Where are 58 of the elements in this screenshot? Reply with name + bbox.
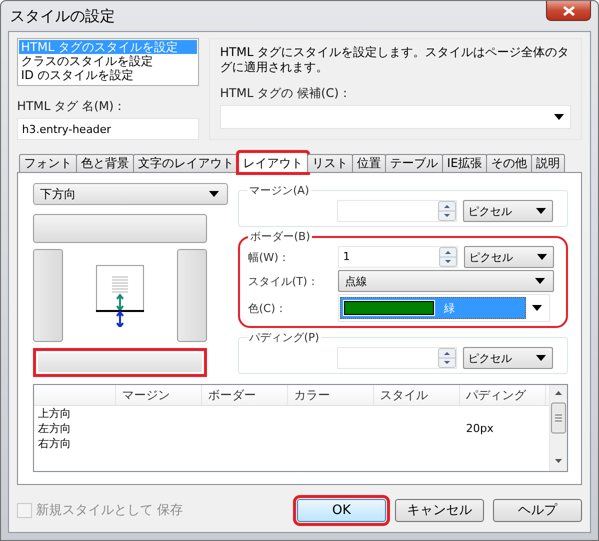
dropdown-arrow-icon[interactable]: [554, 114, 564, 120]
tab[interactable]: 位置: [352, 154, 386, 172]
row-header: 左方向: [37, 421, 72, 436]
list-item[interactable]: ID のスタイルを設定: [19, 68, 197, 82]
field-label: スタイル(T)：: [248, 274, 320, 288]
side-dropdown[interactable]: 下方向: [33, 183, 228, 205]
number-field[interactable]: [337, 347, 457, 369]
spin-arrows-icon[interactable]: [438, 201, 456, 221]
row-header: 右方向: [37, 436, 72, 451]
unit-dropdown[interactable]: ピクセル: [463, 347, 553, 369]
tab[interactable]: フォント: [19, 154, 77, 172]
table-cell-text: 20px: [465, 421, 494, 436]
dropdown-arrow-icon[interactable]: [536, 208, 546, 214]
spin-arrows-icon[interactable]: [439, 247, 457, 267]
column-header[interactable]: ボーダー: [202, 385, 288, 405]
number-field[interactable]: 1: [338, 246, 458, 268]
dropdown-arrow-icon[interactable]: [532, 305, 542, 311]
tab[interactable]: 説明: [531, 154, 566, 172]
group-label: パディング(P): [248, 330, 320, 345]
description-text: HTML タグにスタイルを設定します。スタイルはページ全体のタグに適用されます。: [220, 45, 570, 75]
field-label: 幅(W)：: [248, 250, 290, 264]
column-header[interactable]: カラー: [288, 385, 374, 405]
dropdown-arrow-icon[interactable]: [209, 191, 219, 197]
list-item[interactable]: クラスのスタイルを設定: [19, 54, 197, 68]
dropdown-arrow-icon[interactable]: [537, 254, 547, 260]
tab[interactable]: IE拡張: [442, 154, 488, 172]
dialog-button[interactable]: キャンセル: [395, 498, 484, 522]
field-label: 色(C)：: [248, 300, 288, 316]
checkbox-label: 新規スタイルとして 保存: [36, 502, 184, 519]
close-icon: [562, 4, 576, 16]
column-header[interactable]: マージン: [116, 385, 202, 405]
tab[interactable]: レイアウト: [238, 152, 308, 173]
spin-arrows-icon[interactable]: [438, 348, 456, 368]
box-model-preview-drawing: [96, 264, 144, 326]
unit-dropdown[interactable]: ピクセル: [463, 200, 553, 222]
field-label: HTML タグの 候補(C)：: [220, 85, 352, 102]
tag-name-field[interactable]: h3.entry-header: [17, 118, 199, 140]
tab[interactable]: リスト: [307, 154, 353, 172]
number-field[interactable]: [337, 200, 457, 222]
group-label: マージン(A): [248, 183, 310, 198]
dropdown-arrow-icon[interactable]: [535, 278, 545, 284]
window-title: スタイルの設定: [9, 6, 115, 26]
side-button[interactable]: [33, 214, 207, 243]
side-button[interactable]: [33, 348, 207, 377]
style-dropdown[interactable]: 点線: [338, 270, 554, 292]
tab[interactable]: テーブル: [385, 154, 443, 172]
tab[interactable]: 色と背景: [76, 154, 134, 172]
tab[interactable]: 文字のレイアウト: [133, 154, 239, 172]
dialog-button[interactable]: ヘルプ: [493, 498, 582, 522]
group-label: ボーダー(B): [249, 229, 312, 244]
close-button[interactable]: [546, 1, 591, 21]
tab[interactable]: その他: [486, 154, 532, 172]
row-header: 上方向: [37, 406, 72, 421]
column-header[interactable]: スタイル: [374, 385, 460, 405]
field-label: HTML タグ 名(M)：: [17, 98, 127, 115]
column-header[interactable]: パディング: [460, 385, 546, 405]
dropdown-arrow-icon[interactable]: [536, 355, 546, 361]
unit-dropdown[interactable]: ピクセル: [464, 246, 554, 268]
